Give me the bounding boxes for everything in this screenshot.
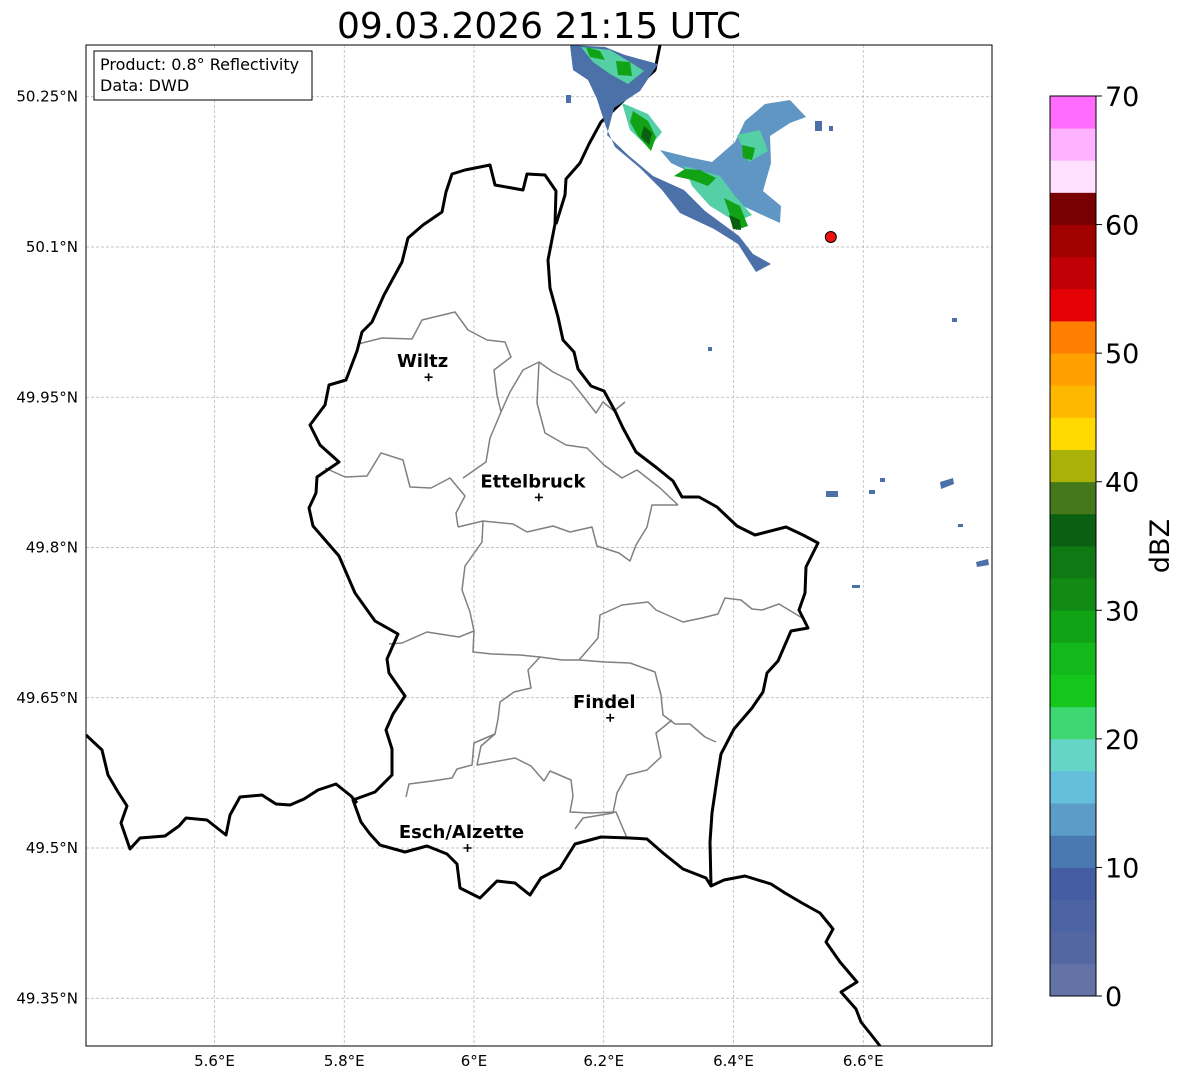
colorbar-cell [1050, 578, 1096, 611]
colorbar-cell [1050, 642, 1096, 675]
city-label: Esch/Alzette [399, 822, 524, 843]
colorbar-cell [1050, 867, 1096, 900]
lon-tick-label: 5.6°E [194, 1052, 235, 1070]
map-panel: Wiltz Ettelbruck Findel Esch/Alzette Produc… [85, 44, 993, 1047]
lat-tick-label: 50.1°N [26, 238, 78, 256]
colorbar-cell [1050, 835, 1096, 868]
colorbar-cell [1050, 899, 1096, 933]
colorbar-cell [1050, 481, 1096, 515]
chart-title: 09.03.2026 21:15 UTC [337, 6, 741, 47]
colorbar-cell [1050, 963, 1096, 997]
colorbar-tick-label: 50 [1105, 339, 1139, 370]
lon-tick-label: 6.2°E [583, 1052, 624, 1070]
city-label: Ettelbruck [480, 471, 586, 492]
colorbar-cell [1050, 674, 1096, 708]
lat-tick-label: 50.25°N [16, 88, 78, 106]
colorbar-cell [1050, 353, 1096, 386]
colorbar-cell [1050, 546, 1096, 579]
colorbar-cell [1050, 160, 1096, 193]
map-background [86, 45, 992, 1046]
colorbar-tick-label: 10 [1105, 853, 1139, 884]
colorbar-cell [1050, 610, 1096, 643]
colorbar-ticks: 0 10 20 30 40 50 60 70 [1096, 82, 1139, 1013]
colorbar-cell [1050, 128, 1096, 161]
colorbar-tick-label: 40 [1105, 468, 1139, 499]
city-label: Findel [573, 692, 636, 713]
colorbar-cell [1050, 192, 1096, 225]
lat-tick-label: 49.5°N [26, 839, 78, 857]
info-data-source: Data: DWD [100, 76, 189, 95]
colorbar-cell [1050, 706, 1096, 740]
colorbar-cell [1050, 417, 1096, 450]
colorbar-cell [1050, 738, 1096, 772]
lon-tick-label: 6.4°E [713, 1052, 754, 1070]
info-box: Product: 0.8° Reflectivity Data: DWD [93, 50, 313, 101]
colorbar-tick-label: 20 [1105, 725, 1139, 756]
lon-tick-label: 6.6°E [843, 1052, 884, 1070]
colorbar-cell [1050, 385, 1096, 418]
colorbar-cell [1050, 771, 1096, 804]
colorbar-cells [1050, 96, 1096, 997]
colorbar-tick-label: 0 [1105, 982, 1122, 1013]
city-label: Wiltz [397, 351, 448, 372]
colorbar-cell [1050, 96, 1096, 129]
colorbar-tick-label: 30 [1105, 596, 1139, 627]
lon-tick-label: 5.8°E [324, 1052, 365, 1070]
colorbar-tick-label: 70 [1105, 82, 1139, 113]
lat-tick-label: 49.35°N [16, 989, 78, 1007]
colorbar-cell [1050, 513, 1096, 547]
colorbar-tick-label: 60 [1105, 211, 1139, 242]
colorbar-cell [1050, 449, 1096, 483]
lat-tick-label: 49.65°N [16, 689, 78, 707]
colorbar-cell [1050, 288, 1096, 322]
info-product: Product: 0.8° Reflectivity [100, 55, 299, 74]
lon-tick-label: 6°E [461, 1052, 488, 1070]
lat-tick-label: 49.95°N [16, 388, 78, 406]
colorbar-cell [1050, 931, 1096, 965]
lat-tick-label: 49.8°N [26, 539, 78, 557]
colorbar: 0 10 20 30 40 50 60 70 dBZ [1049, 82, 1176, 1013]
colorbar-label: dBZ [1145, 519, 1176, 573]
colorbar-cell [1050, 256, 1096, 290]
colorbar-cell [1050, 803, 1096, 836]
colorbar-cell [1050, 321, 1096, 354]
colorbar-cell [1050, 224, 1096, 258]
location-marker [824, 230, 837, 243]
